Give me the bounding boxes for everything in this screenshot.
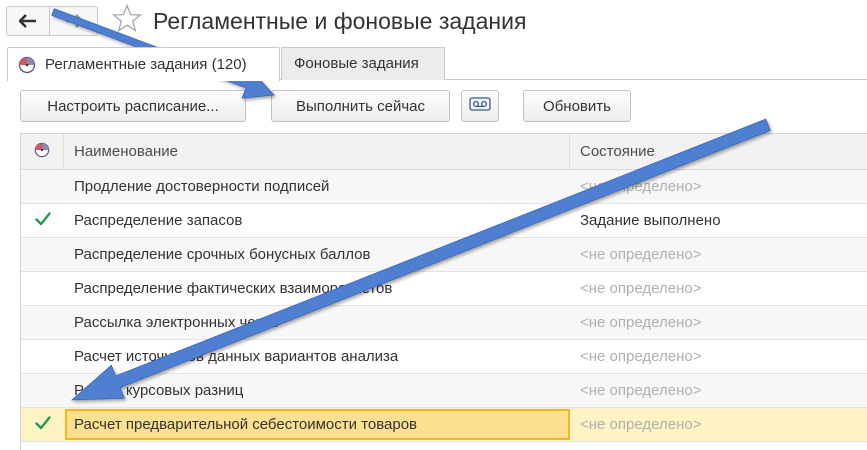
job-state-cell[interactable]: <не определено> (571, 374, 867, 407)
cassette-icon (469, 97, 491, 115)
row-status-cell (21, 340, 64, 373)
row-status-cell (21, 306, 64, 339)
tab-bar: Регламентные задания (120) Фоновые задан… (7, 47, 867, 81)
row-status-cell (21, 204, 64, 237)
table-row[interactable]: Распределение срочных бонусных баллов <не… (21, 238, 867, 272)
row-status-cell (21, 272, 64, 305)
table-header: Наименование Состояние (21, 134, 867, 170)
configure-schedule-button[interactable]: Настроить расписание... (20, 90, 246, 122)
star-icon (111, 3, 143, 38)
clock-icon (34, 142, 50, 162)
column-header-name[interactable]: Наименование (65, 134, 570, 169)
table-row[interactable]: Расчет курсовых разниц <не определено> (21, 374, 867, 408)
tab-background-jobs[interactable]: Фоновые задания (281, 47, 445, 80)
button-label: Настроить расписание... (47, 97, 219, 115)
row-status-cell (21, 374, 64, 407)
refresh-button[interactable]: Обновить (523, 90, 631, 122)
row-status-cell (21, 238, 64, 271)
row-status-cell (21, 170, 64, 203)
page-title: Регламентные и фоновые задания (153, 8, 527, 34)
back-button[interactable] (6, 6, 50, 36)
job-name-cell[interactable]: Распределение запасов (65, 204, 570, 237)
job-name-cell[interactable]: Распределение фактических взаиморасчетов (65, 272, 570, 305)
arrow-right-icon (65, 14, 83, 28)
table-row[interactable]: Распределение фактических взаиморасчетов… (21, 272, 867, 306)
clock-icon (18, 56, 36, 74)
arrow-left-icon (19, 14, 37, 28)
job-name-cell[interactable]: Расчет курсовых разниц (65, 374, 570, 407)
tab-label: Фоновые задания (294, 55, 419, 72)
column-header-icon[interactable] (21, 134, 64, 169)
job-name-cell[interactable]: Продление достоверности подписей (65, 170, 570, 203)
tab-scheduled-jobs[interactable]: Регламентные задания (120) (7, 47, 280, 81)
button-label: Обновить (543, 97, 611, 115)
job-name-cell[interactable]: Расчет предварительной себестоимости тов… (65, 409, 570, 440)
table-row-selected[interactable]: Расчет предварительной себестоимости тов… (21, 408, 867, 442)
row-status-cell (21, 408, 64, 441)
table-body: Продление достоверности подписей <не опре… (21, 170, 867, 442)
checkmark-icon (34, 211, 51, 230)
job-state-cell[interactable]: Задание выполнено (571, 204, 867, 237)
favorite-button[interactable] (110, 3, 144, 38)
job-name-cell[interactable]: Рассылка электронных чеков (65, 306, 570, 339)
column-header-state[interactable]: Состояние (571, 134, 867, 169)
table-row[interactable]: Расчет источников данных вариантов анали… (21, 340, 867, 374)
event-log-button[interactable] (461, 90, 499, 122)
job-state-cell[interactable]: <не определено> (571, 408, 867, 441)
job-name-cell[interactable]: Расчет источников данных вариантов анали… (65, 340, 570, 373)
job-state-cell[interactable]: <не определено> (571, 340, 867, 373)
job-state-cell[interactable]: <не определено> (571, 170, 867, 203)
forward-button[interactable] (50, 6, 98, 36)
run-now-button[interactable]: Выполнить сейчас (271, 90, 450, 122)
jobs-table: Наименование Состояние Продление достове… (20, 133, 867, 450)
table-row[interactable]: Рассылка электронных чеков <не определено… (21, 306, 867, 340)
table-row[interactable]: Продление достоверности подписей <не опре… (21, 170, 867, 204)
job-state-cell[interactable]: <не определено> (571, 238, 867, 271)
table-row[interactable]: Распределение запасов Задание выполнено (21, 204, 867, 238)
button-label: Выполнить сейчас (295, 97, 426, 115)
job-state-cell[interactable]: <не определено> (571, 272, 867, 305)
checkmark-icon (34, 415, 51, 434)
tab-label: Регламентные задания (120) (45, 55, 247, 73)
job-state-cell[interactable]: <не определено> (571, 306, 867, 339)
job-name-cell[interactable]: Распределение срочных бонусных баллов (65, 238, 570, 271)
